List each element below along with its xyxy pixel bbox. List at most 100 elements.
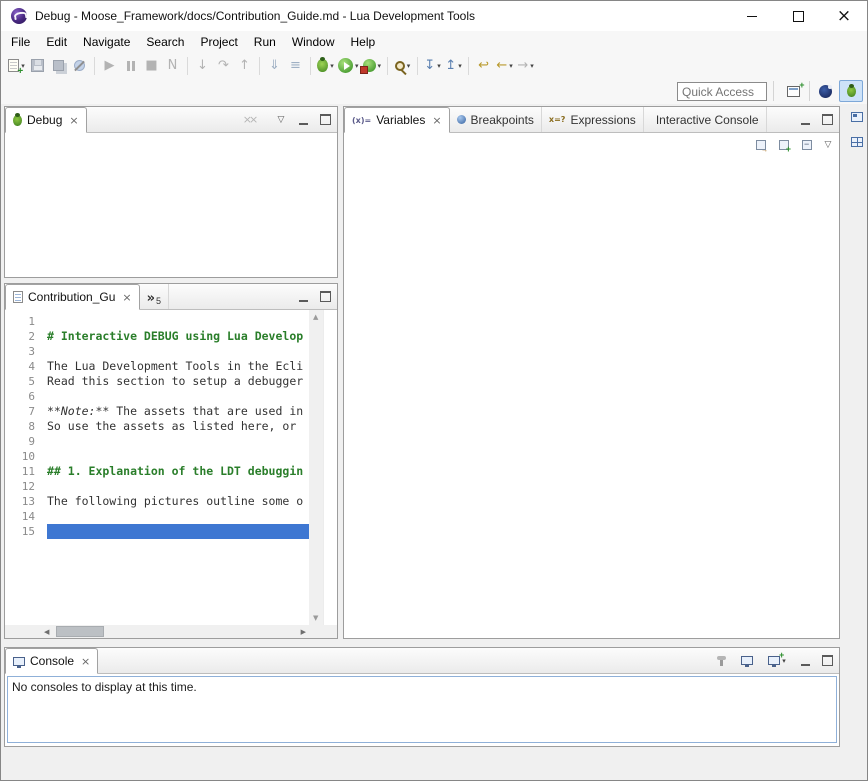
minimize-view-icon[interactable] bbox=[798, 112, 812, 128]
line-text[interactable]: The following pictures outline some o bbox=[47, 494, 309, 509]
back-button[interactable]: ←▾ bbox=[494, 54, 515, 77]
previous-annotation-button[interactable]: ↥▾ bbox=[443, 54, 464, 77]
collapse-all-button[interactable] bbox=[798, 136, 816, 154]
open-perspective-button[interactable] bbox=[781, 80, 805, 102]
use-step-filters-button[interactable]: ≡ bbox=[285, 54, 306, 77]
line-text[interactable] bbox=[47, 449, 309, 464]
show-logical-structure-button[interactable] bbox=[752, 136, 770, 154]
editor-line: 14 bbox=[5, 509, 309, 524]
toolbar-separator bbox=[468, 57, 469, 75]
maximize-view-icon[interactable] bbox=[318, 289, 332, 305]
scroll-right-icon[interactable]: ▶ bbox=[301, 628, 306, 636]
console-body: No consoles to display at this time. bbox=[5, 674, 839, 746]
dropdown-arrow-icon[interactable]: ▾ bbox=[355, 62, 359, 70]
run-button[interactable]: ▾ bbox=[336, 54, 361, 77]
menu-run[interactable]: Run bbox=[246, 33, 284, 51]
menu-navigate[interactable]: Navigate bbox=[75, 33, 138, 51]
dropdown-arrow-icon[interactable]: ▾ bbox=[530, 62, 534, 70]
minimize-view-icon[interactable] bbox=[798, 653, 812, 669]
menu-help[interactable]: Help bbox=[343, 33, 384, 51]
line-text[interactable]: # Interactive DEBUG using Lua Develop bbox=[47, 329, 309, 344]
overview-ruler bbox=[323, 310, 337, 625]
tab-console[interactable]: Console × bbox=[5, 648, 98, 674]
maximize-view-icon[interactable] bbox=[820, 112, 834, 128]
line-text[interactable]: **Note:** The assets that are used in bbox=[47, 404, 309, 419]
menu-window[interactable]: Window bbox=[284, 33, 343, 51]
dropdown-arrow-icon[interactable]: ▾ bbox=[509, 62, 513, 70]
step-over-icon: ↷ bbox=[218, 59, 229, 72]
tab-debug[interactable]: Debug × bbox=[5, 107, 87, 133]
line-text[interactable]: Read this section to setup a debugger bbox=[47, 374, 309, 389]
debug-perspective-button[interactable] bbox=[839, 80, 863, 102]
dropdown-arrow-icon[interactable]: ▾ bbox=[437, 62, 441, 70]
debug-button[interactable]: ▾ bbox=[315, 54, 336, 77]
line-text[interactable]: The Lua Development Tools in the Ecli bbox=[47, 359, 309, 374]
save-all-icon bbox=[53, 60, 64, 71]
tab-interactive-console[interactable]: Interactive Console bbox=[644, 107, 767, 132]
minimize-window-button[interactable] bbox=[729, 1, 775, 31]
view-menu-icon[interactable]: ▽ bbox=[821, 137, 835, 153]
dropdown-arrow-icon[interactable]: ▾ bbox=[407, 62, 411, 70]
editor-vertical-scrollbar[interactable]: ▲ ▼ bbox=[309, 310, 323, 625]
tab-contribution-guide[interactable]: Contribution_Gu × bbox=[5, 284, 140, 310]
maximize-window-button[interactable] bbox=[775, 1, 821, 31]
restore-views-button[interactable] bbox=[848, 108, 866, 126]
minimize-view-icon[interactable] bbox=[296, 289, 310, 305]
editor-line: 9 bbox=[5, 434, 309, 449]
close-icon[interactable]: × bbox=[122, 291, 131, 304]
tab-breakpoints[interactable]: Breakpoints bbox=[450, 107, 542, 132]
line-text[interactable] bbox=[47, 479, 309, 494]
close-icon[interactable]: × bbox=[432, 114, 441, 127]
editor-tab-overflow[interactable]: » 5 bbox=[140, 284, 169, 309]
show-columns-button[interactable] bbox=[775, 136, 793, 154]
dropdown-arrow-icon[interactable]: ▾ bbox=[458, 62, 462, 70]
toolbar-separator bbox=[310, 57, 311, 75]
step-into-button: ↓ bbox=[192, 54, 213, 77]
maximize-view-icon[interactable] bbox=[318, 112, 332, 128]
view-menu-icon[interactable]: ▽ bbox=[274, 112, 288, 128]
line-text[interactable] bbox=[47, 314, 309, 329]
display-selected-console-button[interactable] bbox=[738, 652, 756, 670]
editor-horizontal-scrollbar[interactable]: ◀ ▶ bbox=[5, 625, 337, 638]
debug-view-content bbox=[5, 133, 337, 277]
minimize-view-icon[interactable] bbox=[296, 112, 310, 128]
external-tools-button[interactable]: ▾ bbox=[361, 54, 384, 77]
next-annotation-button[interactable]: ↧▾ bbox=[422, 54, 443, 77]
terminate-button: ■ bbox=[141, 54, 162, 77]
new-wizard-button[interactable]: ▾ bbox=[6, 54, 27, 77]
open-console-button[interactable]: ▾ bbox=[764, 652, 790, 670]
search-button[interactable]: ▾ bbox=[392, 54, 413, 77]
menu-project[interactable]: Project bbox=[192, 33, 245, 51]
dropdown-arrow-icon[interactable]: ▾ bbox=[378, 62, 382, 70]
minimized-view-button[interactable] bbox=[848, 133, 866, 151]
suspend-button bbox=[120, 54, 141, 77]
line-text[interactable] bbox=[47, 389, 309, 404]
menu-search[interactable]: Search bbox=[138, 33, 192, 51]
scroll-left-icon[interactable]: ◀ bbox=[44, 628, 49, 636]
quick-access-input[interactable] bbox=[677, 82, 767, 101]
line-text[interactable] bbox=[47, 524, 309, 539]
menu-edit[interactable]: Edit bbox=[38, 33, 75, 51]
tab-variables[interactable]: (x)=Variables× bbox=[344, 107, 450, 133]
line-text[interactable]: So use the assets as listed here, or bbox=[47, 419, 309, 434]
tab-expressions[interactable]: x=?Expressions bbox=[542, 107, 644, 132]
maximize-view-icon[interactable] bbox=[820, 653, 834, 669]
close-window-button[interactable]: × bbox=[821, 1, 867, 31]
scroll-down-icon[interactable]: ▼ bbox=[313, 614, 318, 622]
close-icon[interactable]: × bbox=[69, 114, 78, 127]
tab-label: Interactive Console bbox=[656, 113, 759, 127]
line-text[interactable]: ## 1. Explanation of the LDT debuggin bbox=[47, 464, 309, 479]
line-text[interactable] bbox=[47, 509, 309, 524]
editor-view: Contribution_Gu × » 5 12# Interactive DE… bbox=[4, 283, 338, 639]
menu-file[interactable]: File bbox=[3, 33, 38, 51]
dropdown-arrow-icon[interactable]: ▾ bbox=[330, 62, 334, 70]
close-icon[interactable]: × bbox=[81, 655, 90, 668]
line-text[interactable] bbox=[47, 344, 309, 359]
scroll-up-icon[interactable]: ▲ bbox=[313, 313, 318, 321]
line-text[interactable] bbox=[47, 434, 309, 449]
editor-lines: 12# Interactive DEBUG using Lua Develop3… bbox=[5, 310, 309, 625]
ldt-perspective-button[interactable] bbox=[813, 80, 837, 102]
editor-line: 8So use the assets as listed here, or bbox=[5, 419, 309, 434]
last-edit-location-button[interactable]: ↩ bbox=[473, 54, 494, 77]
scrollbar-thumb[interactable] bbox=[56, 626, 104, 637]
